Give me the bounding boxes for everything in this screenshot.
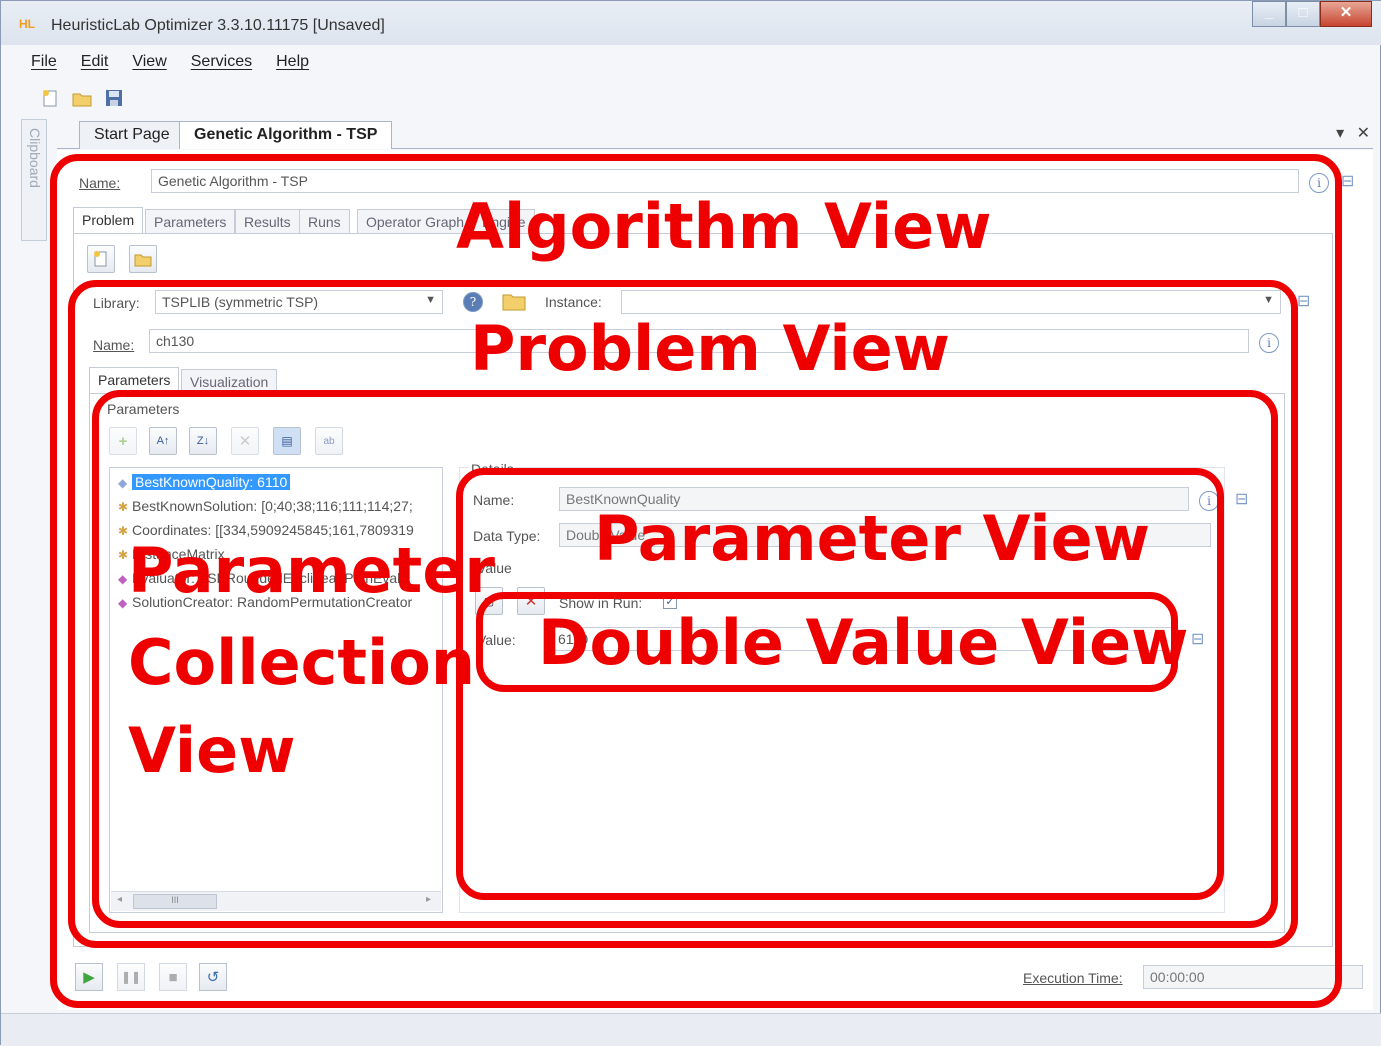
app-logo: HL: [19, 17, 35, 31]
menu-services[interactable]: Services: [191, 53, 252, 71]
menu-bar: File Edit View Services Help: [31, 53, 309, 71]
close-tab-icon[interactable]: ✕: [1357, 125, 1370, 142]
menu-file[interactable]: File: [31, 53, 57, 71]
main-toolbar: [39, 87, 125, 109]
tab-start-page[interactable]: Start Page: [79, 121, 185, 149]
parameter-collection-annotation-line3: View: [128, 714, 296, 787]
open-folder-icon[interactable]: [71, 87, 93, 109]
maximize-button[interactable]: □: [1286, 1, 1320, 27]
new-file-icon[interactable]: [39, 87, 61, 109]
title-bar: HL HeuristicLab Optimizer 3.3.10.11175 […: [1, 1, 1381, 45]
document-tab-strip: Start Page Genetic Algorithm - TSP: [57, 119, 1373, 149]
clipboard-label: Clipboard: [27, 128, 43, 188]
menu-help[interactable]: Help: [276, 53, 309, 71]
window-title: HeuristicLab Optimizer 3.3.10.11175 [Uns…: [51, 17, 385, 34]
parameter-collection-annotation-line2: Collection: [128, 626, 476, 699]
status-bar: [1, 1013, 1381, 1046]
menu-view[interactable]: View: [132, 53, 166, 71]
double-value-view-annotation: Double Value View: [538, 606, 1189, 679]
parameter-collection-annotation-line1: Parameter: [128, 534, 495, 607]
problem-view-annotation: Problem View: [470, 312, 950, 385]
save-icon[interactable]: [103, 87, 125, 109]
hierarchy-icon[interactable]: ⊟: [1341, 171, 1354, 191]
tab-genetic-algorithm-tsp[interactable]: Genetic Algorithm - TSP: [179, 121, 393, 149]
parameter-view-annotation: Parameter View: [594, 502, 1151, 575]
tab-list-dropdown-icon[interactable]: ▾: [1336, 125, 1344, 142]
clipboard-sidebar[interactable]: Clipboard: [21, 119, 47, 241]
window-controls: _ □ ✕: [1252, 1, 1372, 33]
tab-controls: ▾ ✕: [1336, 123, 1370, 143]
close-window-button[interactable]: ✕: [1320, 1, 1372, 27]
algorithm-view-annotation: Algorithm View: [456, 190, 992, 263]
menu-edit[interactable]: Edit: [81, 53, 109, 71]
minimize-button[interactable]: _: [1252, 1, 1286, 27]
